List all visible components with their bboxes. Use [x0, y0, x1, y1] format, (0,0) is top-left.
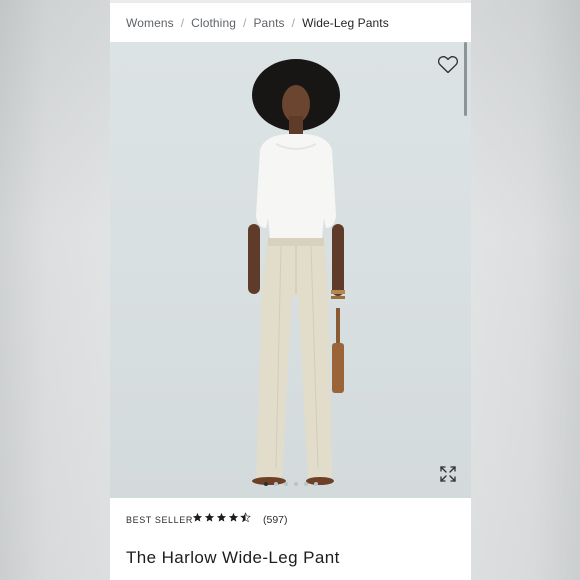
carousel-dot[interactable] [303, 482, 308, 486]
review-count[interactable]: (597) [263, 514, 288, 526]
star-full-icon [216, 512, 227, 522]
rating-stars[interactable] [192, 512, 251, 523]
breadcrumb-current: Wide-Leg Pants [302, 16, 389, 30]
breadcrumb-separator: / [180, 16, 185, 30]
product-title: The Harlow Wide-Leg Pant [126, 548, 340, 567]
breadcrumb-pants[interactable]: Pants [253, 16, 284, 30]
best-seller-badge: BEST SELLER [126, 515, 193, 525]
carousel-indicator [110, 482, 471, 488]
star-half-icon [240, 512, 251, 523]
blurred-backdrop-left [0, 0, 110, 580]
model-photo [248, 59, 345, 485]
carousel-dot[interactable] [283, 482, 288, 486]
breadcrumb-separator: / [291, 16, 296, 30]
breadcrumb-clothing[interactable]: Clothing [191, 16, 236, 30]
scrollbar[interactable] [464, 42, 467, 116]
breadcrumb: Womens / Clothing / Pants / Wide-Leg Pan… [126, 13, 389, 33]
star-full-icon [228, 512, 239, 522]
carousel-dot-active[interactable] [263, 482, 268, 486]
product-image[interactable] [110, 42, 471, 498]
product-info: BEST SELLER (597) The Harlow Wide-Leg Pa… [110, 498, 471, 580]
heart-icon [438, 56, 458, 74]
carousel-dot[interactable] [273, 482, 278, 486]
top-divider [110, 0, 471, 3]
expand-icon [440, 466, 456, 482]
breadcrumb-separator: / [243, 16, 247, 30]
carousel-dot[interactable] [293, 482, 298, 486]
breadcrumb-womens[interactable]: Womens [126, 16, 174, 30]
expand-image-button[interactable] [439, 465, 457, 483]
carousel-dot[interactable] [313, 482, 318, 486]
favorite-button[interactable] [436, 52, 460, 76]
blurred-backdrop-right [471, 0, 580, 580]
star-full-icon [204, 512, 215, 522]
star-full-icon [192, 512, 203, 522]
product-page: Womens / Clothing / Pants / Wide-Leg Pan… [110, 0, 471, 580]
